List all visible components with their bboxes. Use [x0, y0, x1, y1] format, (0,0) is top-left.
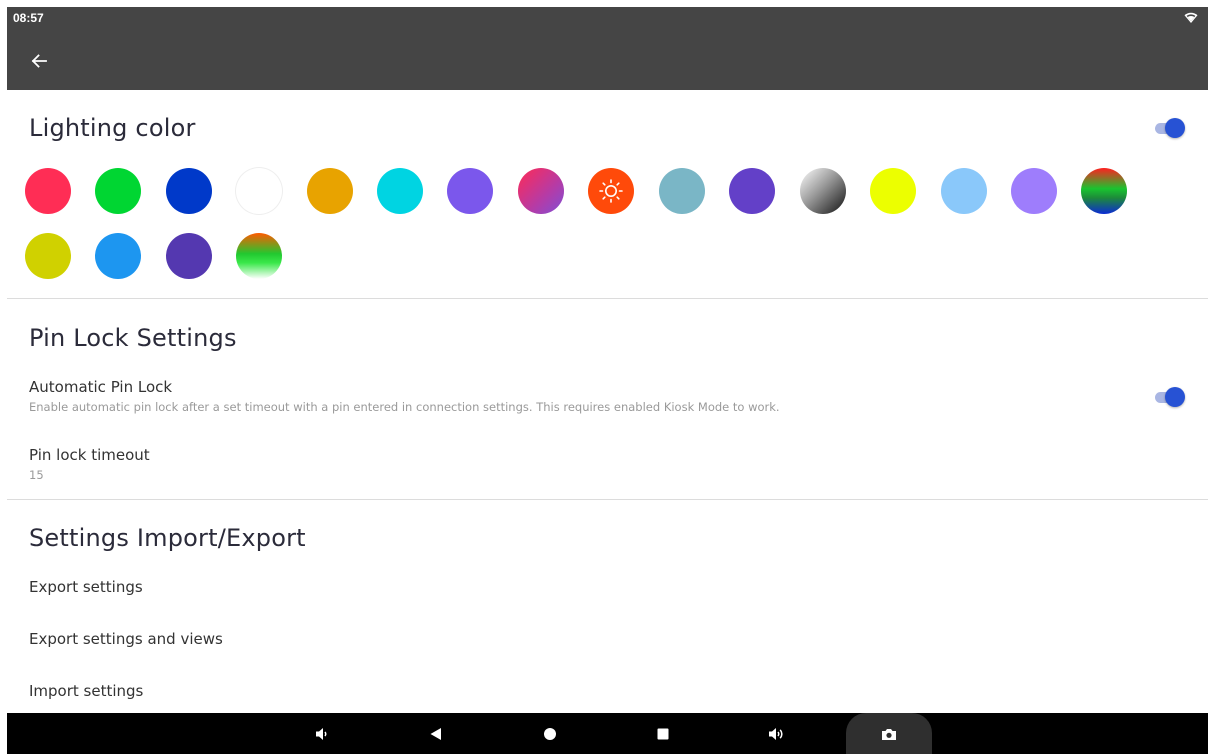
pin-lock-timeout-value: 15	[29, 468, 44, 482]
divider-lighting	[7, 298, 1208, 299]
back-triangle-icon	[430, 727, 441, 740]
swatch-deep-purple[interactable]	[729, 168, 775, 214]
automatic-pin-lock-toggle[interactable]	[1153, 387, 1185, 407]
volume-up-button[interactable]	[752, 713, 802, 754]
swatch-yellow[interactable]	[870, 168, 916, 214]
export-settings-and-views-label: Export settings and views	[29, 630, 223, 648]
camera-icon	[882, 728, 896, 740]
arrow-left-icon	[31, 54, 47, 68]
automatic-pin-lock-label: Automatic Pin Lock	[29, 378, 173, 396]
volume-down-button[interactable]	[297, 713, 347, 754]
swatch-indigo[interactable]	[166, 233, 212, 279]
swatch-sky-blue[interactable]	[95, 233, 141, 279]
lighting-color-title: Lighting color	[29, 114, 196, 142]
swatch-pink-purple-gradient[interactable]	[518, 168, 564, 214]
swatch-light-blue[interactable]	[941, 168, 987, 214]
volume-down-icon	[316, 727, 327, 740]
swatch-green[interactable]	[95, 168, 141, 214]
settings-content: Lighting color Pin Lock Settings Automat…	[7, 90, 1208, 713]
toggle-thumb	[1165, 387, 1185, 407]
export-settings-row[interactable]: Export settings	[7, 572, 1208, 604]
swatch-olive-yellow[interactable]	[25, 233, 71, 279]
export-settings-and-views-row[interactable]: Export settings and views	[7, 624, 1208, 656]
recents-square-icon	[657, 728, 669, 739]
wifi-icon	[1184, 12, 1198, 23]
swatch-blue[interactable]	[166, 168, 212, 214]
nav-back-button[interactable]	[411, 713, 461, 754]
swatch-cyan[interactable]	[377, 168, 423, 214]
swatch-violet[interactable]	[447, 168, 493, 214]
pin-lock-timeout-label: Pin lock timeout	[29, 446, 150, 464]
pin-lock-title: Pin Lock Settings	[29, 324, 237, 352]
swatch-steel-blue[interactable]	[659, 168, 705, 214]
swatch-gray-gradient[interactable]	[800, 168, 846, 214]
back-button[interactable]	[25, 47, 53, 75]
swatch-lavender[interactable]	[1011, 168, 1057, 214]
nav-home-button[interactable]	[525, 713, 575, 754]
swatch-white[interactable]	[236, 168, 282, 214]
swatch-sun-auto[interactable]	[588, 168, 634, 214]
navigation-bar	[7, 713, 1208, 754]
swatch-amber[interactable]	[307, 168, 353, 214]
export-settings-label: Export settings	[29, 578, 143, 596]
swatch-red-green-blue-gradient[interactable]	[1081, 168, 1127, 214]
sun-icon	[599, 179, 623, 203]
automatic-pin-lock-row[interactable]: Automatic Pin Lock Enable automatic pin …	[7, 374, 1208, 422]
swatch-red[interactable]	[25, 168, 71, 214]
divider-pin-lock	[7, 499, 1208, 500]
import-settings-label: Import settings	[29, 682, 144, 700]
screenshot-button[interactable]	[846, 713, 932, 754]
nav-recents-button[interactable]	[638, 713, 688, 754]
import-export-title: Settings Import/Export	[29, 524, 306, 552]
toggle-thumb	[1165, 118, 1185, 138]
import-settings-row[interactable]: Import settings	[7, 676, 1208, 708]
automatic-pin-lock-summary: Enable automatic pin lock after a set ti…	[29, 400, 780, 414]
app-bar: 08:57	[7, 7, 1208, 90]
swatch-orange-green-white-gradient[interactable]	[236, 233, 282, 279]
lighting-color-toggle[interactable]	[1153, 118, 1185, 138]
status-time: 08:57	[13, 11, 44, 25]
settings-screen: 08:57 Lighting color Pin Lock Settings A…	[0, 0, 1208, 754]
volume-up-icon	[769, 727, 783, 740]
left-edge	[0, 0, 7, 754]
pin-lock-timeout-row[interactable]: Pin lock timeout 15	[7, 442, 1208, 488]
home-circle-icon	[544, 727, 556, 740]
